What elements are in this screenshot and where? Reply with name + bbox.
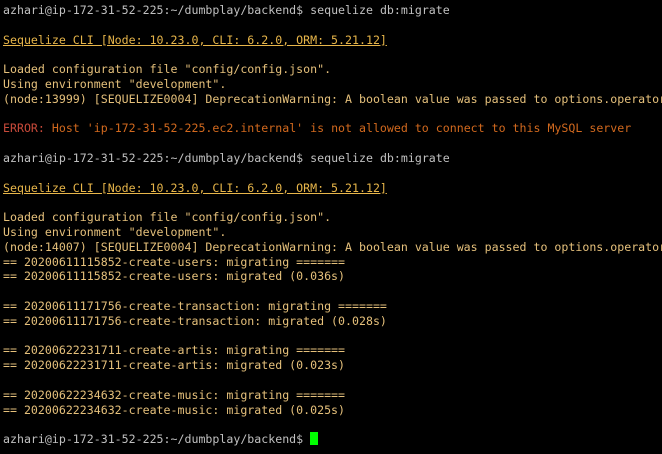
migration-migrating-line: == 20200622231711-create-artis: migratin… (3, 343, 346, 358)
error-line: ERROR: Host 'ip-172-31-52-225.ec2.intern… (0, 121, 662, 136)
terminal-window[interactable]: azhari@ip-172-31-52-225:~/dumbplay/backe… (0, 0, 662, 454)
migration-migrated-line: == 20200622231711-create-artis: migrated… (3, 358, 346, 373)
sequelize-cli-header: Sequelize CLI [Node: 10.23.0, CLI: 6.2.0… (3, 32, 387, 47)
command-line: azhari@ip-172-31-52-225:~/dumbplay/backe… (0, 3, 662, 18)
migration-migrated-line: == 20200622234632-create-music: migrated… (3, 402, 346, 417)
command-text: sequelize db:migrate (310, 3, 450, 17)
config-loaded-line: Loaded configuration file "config/config… (3, 210, 332, 225)
migration-migrated-line: == 20200611115852-create-users: migrated… (3, 269, 346, 284)
migration-migrated-line: == 20200611171756-create-transaction: mi… (3, 313, 387, 328)
shell-prompt: azhari@ip-172-31-52-225:~/dumbplay/backe… (3, 432, 304, 447)
config-loaded-line: Loaded configuration file "config/config… (3, 62, 332, 77)
shell-prompt: azhari@ip-172-31-52-225:~/dumbplay/backe… (3, 150, 304, 165)
environment-line: Using environment "development". (3, 224, 227, 239)
migration-migrating-line: == 20200611115852-create-users: migratin… (3, 254, 346, 269)
migration-migrating-line: == 20200622234632-create-music: migratin… (3, 387, 346, 402)
error-message: Host 'ip-172-31-52-225.ec2.internal' is … (44, 121, 632, 136)
environment-line: Using environment "development". (3, 76, 227, 91)
command-text: sequelize db:migrate (310, 150, 450, 165)
deprecation-warning-line: (node:14007) [SEQUELIZE0004] Deprecation… (3, 239, 662, 254)
shell-prompt: azhari@ip-172-31-52-225:~/dumbplay/backe… (3, 3, 304, 17)
migration-migrating-line: == 20200611171756-create-transaction: mi… (3, 298, 387, 313)
active-prompt-line[interactable]: azhari@ip-172-31-52-225:~/dumbplay/backe… (0, 432, 662, 447)
error-label: ERROR: (3, 121, 45, 136)
text-cursor (310, 432, 319, 446)
command-line: azhari@ip-172-31-52-225:~/dumbplay/backe… (0, 151, 662, 166)
sequelize-cli-header: Sequelize CLI [Node: 10.23.0, CLI: 6.2.0… (3, 180, 387, 195)
deprecation-warning-line: (node:13999) [SEQUELIZE0004] Deprecation… (3, 91, 662, 106)
